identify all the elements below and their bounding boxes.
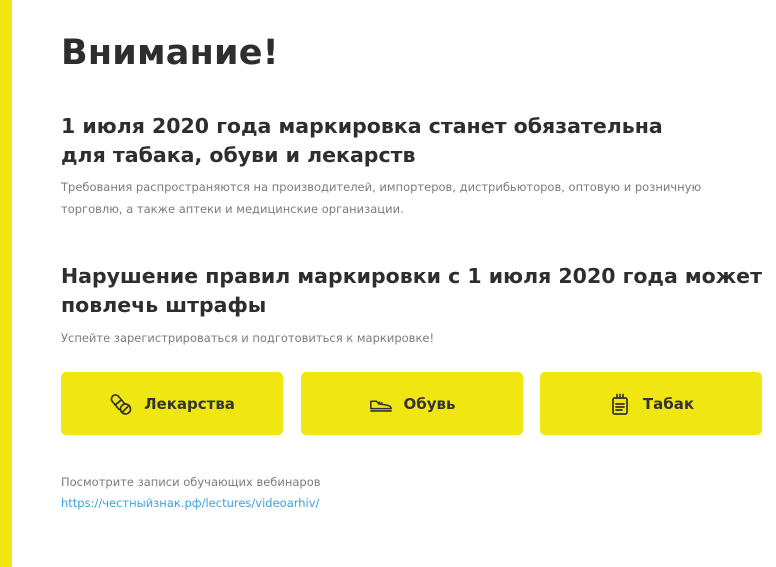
cigarette-pack-icon: [608, 392, 632, 416]
notice-page: Внимание! 1 июля 2020 года маркировка ст…: [0, 0, 776, 567]
category-buttons: Лекарства Обувь Табак: [61, 372, 763, 435]
accent-bar: [0, 0, 12, 567]
mandatory-marking-heading-line1: 1 июля 2020 года маркировка станет обяза…: [61, 114, 663, 138]
medicines-label: Лекарства: [144, 394, 235, 413]
shoes-button[interactable]: Обувь: [301, 372, 523, 435]
register-prompt: Успейте зарегистрироваться и подготовить…: [61, 331, 435, 345]
requirements-text-line2: торговлю, а также аптеки и медицинские о…: [61, 202, 404, 216]
webinar-link[interactable]: https://честныйзнак.рф/lectures/videoarh…: [61, 493, 319, 513]
page-title: Внимание!: [61, 33, 279, 73]
fines-heading-line1: Нарушение правил маркировки с 1 июля 202…: [61, 264, 762, 288]
tobacco-button[interactable]: Табак: [540, 372, 762, 435]
requirements-text: Требования распространяются на производи…: [61, 176, 701, 220]
sneaker-icon: [369, 392, 393, 416]
tobacco-label: Табак: [642, 394, 695, 413]
mandatory-marking-heading-line2: для табака, обуви и лекарств: [61, 143, 416, 167]
fines-heading-line2: повлечь штрафы: [61, 293, 267, 317]
fines-heading: Нарушение правил маркировки с 1 июля 202…: [61, 262, 762, 320]
mandatory-marking-heading: 1 июля 2020 года маркировка станет обяза…: [61, 112, 663, 170]
pills-icon: [109, 392, 133, 416]
medicines-button[interactable]: Лекарства: [61, 372, 283, 435]
shoes-label: Обувь: [403, 394, 456, 413]
webinar-caption: Посмотрите записи обучающих вебинаров: [61, 475, 321, 489]
requirements-text-line1: Требования распространяются на производи…: [61, 180, 702, 194]
